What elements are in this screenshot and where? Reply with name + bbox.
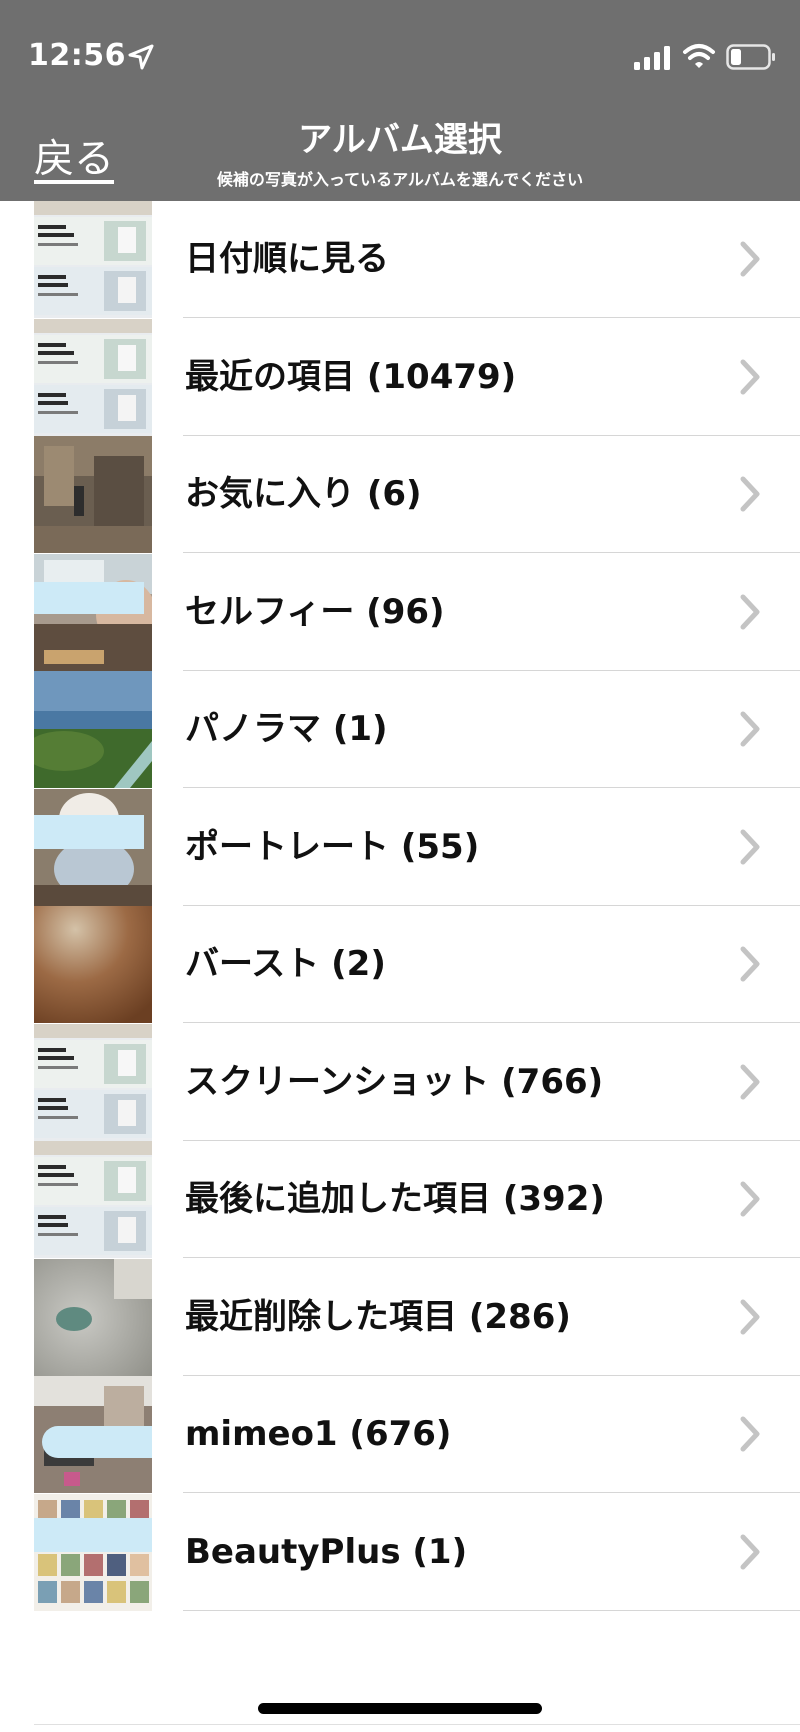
chevron-right-icon bbox=[740, 711, 760, 747]
chevron-right-icon bbox=[740, 476, 760, 512]
album-row[interactable]: パノラマ (1) bbox=[0, 671, 800, 788]
album-row[interactable]: バースト (2) bbox=[0, 906, 800, 1023]
album-thumbnail bbox=[34, 436, 152, 553]
chevron-right-icon bbox=[740, 241, 760, 277]
album-thumbnail bbox=[34, 671, 152, 788]
row-separator bbox=[183, 1609, 800, 1611]
album-thumbnail bbox=[34, 1141, 152, 1258]
album-row[interactable]: 日付順に見る bbox=[0, 201, 800, 318]
album-label: 最近の項目 (10479) bbox=[185, 356, 517, 397]
album-row[interactable]: 最後に追加した項目 (392) bbox=[0, 1141, 800, 1258]
album-label: パノラマ (1) bbox=[185, 709, 388, 749]
location-arrow-icon bbox=[128, 44, 154, 70]
album-row[interactable]: セルフィー (96) bbox=[0, 553, 800, 671]
album-thumbnail bbox=[34, 1258, 152, 1376]
album-thumbnail bbox=[34, 318, 152, 436]
cellular-signal-icon bbox=[634, 46, 670, 70]
album-label: 日付順に見る bbox=[185, 239, 389, 279]
chevron-right-icon bbox=[740, 1534, 760, 1569]
album-label: BeautyPlus (1) bbox=[185, 1531, 468, 1572]
chevron-right-icon bbox=[740, 1416, 760, 1452]
home-indicator[interactable] bbox=[258, 1703, 542, 1714]
nav-header: 12:56 戻る アルバム選択 候補の写真が入っているアルバムを選んでください bbox=[0, 0, 800, 201]
album-thumbnail bbox=[34, 1023, 152, 1141]
album-label: スクリーンショット (766) bbox=[185, 1061, 604, 1102]
wifi-icon bbox=[683, 44, 715, 68]
page-subtitle: 候補の写真が入っているアルバムを選んでください bbox=[216, 170, 584, 189]
album-label: お気に入り (6) bbox=[185, 474, 422, 514]
album-row[interactable]: 最近削除した項目 (286) bbox=[0, 1258, 800, 1376]
chevron-right-icon bbox=[740, 359, 760, 394]
bottom-divider bbox=[34, 1724, 800, 1725]
album-row[interactable]: スクリーンショット (766) bbox=[0, 1023, 800, 1141]
chevron-right-icon bbox=[740, 946, 760, 982]
album-label: 最後に追加した項目 (392) bbox=[185, 1179, 605, 1219]
album-thumbnail bbox=[34, 906, 152, 1023]
chevron-right-icon bbox=[740, 829, 760, 864]
album-label: セルフィー (96) bbox=[185, 591, 445, 632]
album-row[interactable]: mimeo1 (676) bbox=[0, 1376, 800, 1493]
album-thumbnail bbox=[34, 1376, 152, 1493]
battery-icon bbox=[726, 44, 775, 70]
album-thumbnail bbox=[34, 788, 152, 906]
chevron-right-icon bbox=[740, 594, 760, 629]
album-thumbnail bbox=[34, 201, 152, 318]
album-label: 最近削除した項目 (286) bbox=[185, 1296, 571, 1337]
album-label: ポートレート (55) bbox=[185, 826, 480, 867]
chevron-right-icon bbox=[740, 1181, 760, 1217]
album-row[interactable]: ポートレート (55) bbox=[0, 788, 800, 906]
album-row[interactable]: お気に入り (6) bbox=[0, 436, 800, 553]
chevron-right-icon bbox=[740, 1299, 760, 1334]
album-row[interactable]: BeautyPlus (1) bbox=[0, 1493, 800, 1611]
album-row[interactable]: 最近の項目 (10479) bbox=[0, 318, 800, 436]
album-label: バースト (2) bbox=[185, 944, 386, 984]
album-label: mimeo1 (676) bbox=[185, 1414, 452, 1454]
page-title: アルバム選択 bbox=[298, 120, 502, 160]
album-thumbnail bbox=[34, 1493, 152, 1611]
status-time: 12:56 bbox=[28, 38, 126, 73]
album-thumbnail bbox=[34, 553, 152, 671]
chevron-right-icon bbox=[740, 1064, 760, 1099]
